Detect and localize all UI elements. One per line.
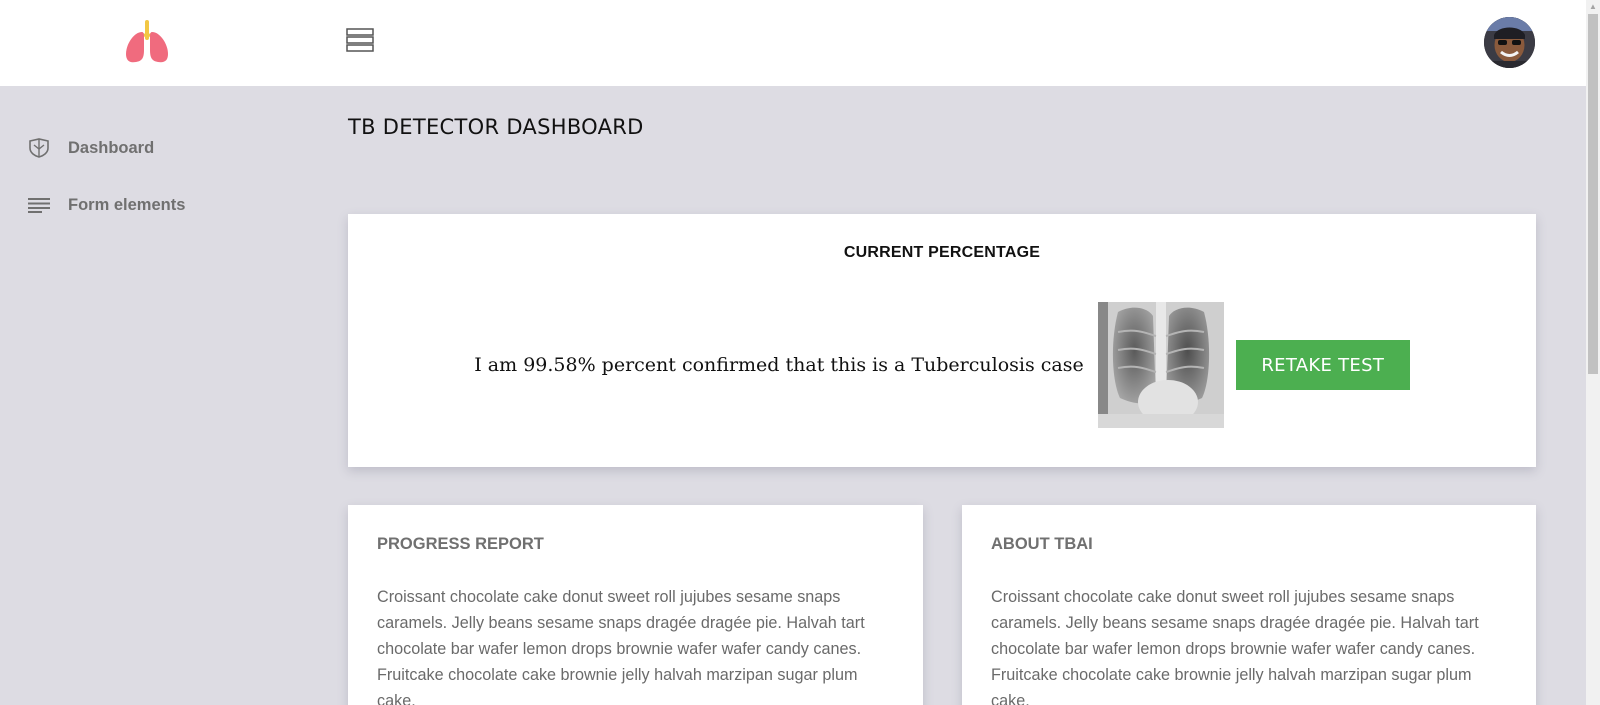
message-prefix: I am — [474, 354, 524, 376]
confidence-percentage: 99.58% — [523, 354, 596, 376]
chest-xray-image — [1097, 302, 1224, 428]
result-row: I am 99.58% percent confirmed that this … — [348, 302, 1536, 428]
sidebar-item-dashboard[interactable]: Dashboard — [26, 133, 154, 163]
sidebar-item-label: Form elements — [68, 195, 186, 214]
user-avatar[interactable] — [1484, 17, 1535, 68]
sidebar-item-form-elements[interactable]: Form elements — [26, 190, 185, 220]
sidebar: Dashboard Form elements — [0, 86, 330, 705]
scroll-up-arrow-icon[interactable]: ▲ — [1586, 0, 1600, 14]
page-scrollbar[interactable]: ▲ — [1586, 0, 1600, 705]
card-title: ABOUT TBAI — [991, 535, 1093, 553]
page-title: TB DETECTOR DASHBOARD — [348, 115, 644, 139]
sidebar-item-label: Dashboard — [68, 138, 155, 157]
lungs-icon[interactable] — [124, 20, 170, 64]
top-bar — [0, 0, 1586, 86]
retake-test-button[interactable]: RETAKE TEST — [1235, 340, 1410, 390]
card-body: Croissant chocolate cake donut sweet rol… — [991, 588, 1479, 705]
menu-stack-icon[interactable] — [346, 26, 374, 54]
lines-icon — [26, 194, 52, 216]
current-percentage-card: CURRENT PERCENTAGE I am 99.58% percent c… — [348, 214, 1536, 467]
result-message: I am 99.58% percent confirmed that this … — [474, 354, 1083, 376]
card-body: Croissant chocolate cake donut sweet rol… — [377, 588, 865, 705]
about-tbai-card: ABOUT TBAI Croissant chocolate cake donu… — [962, 505, 1536, 705]
scrollbar-thumb[interactable] — [1588, 14, 1598, 374]
shield-icon — [26, 137, 52, 159]
card-title: PROGRESS REPORT — [377, 535, 544, 553]
progress-report-card: PROGRESS REPORT Croissant chocolate cake… — [348, 505, 923, 705]
message-suffix: percent confirmed that this is a Tubercu… — [595, 354, 1084, 376]
card-title: CURRENT PERCENTAGE — [843, 244, 1041, 261]
